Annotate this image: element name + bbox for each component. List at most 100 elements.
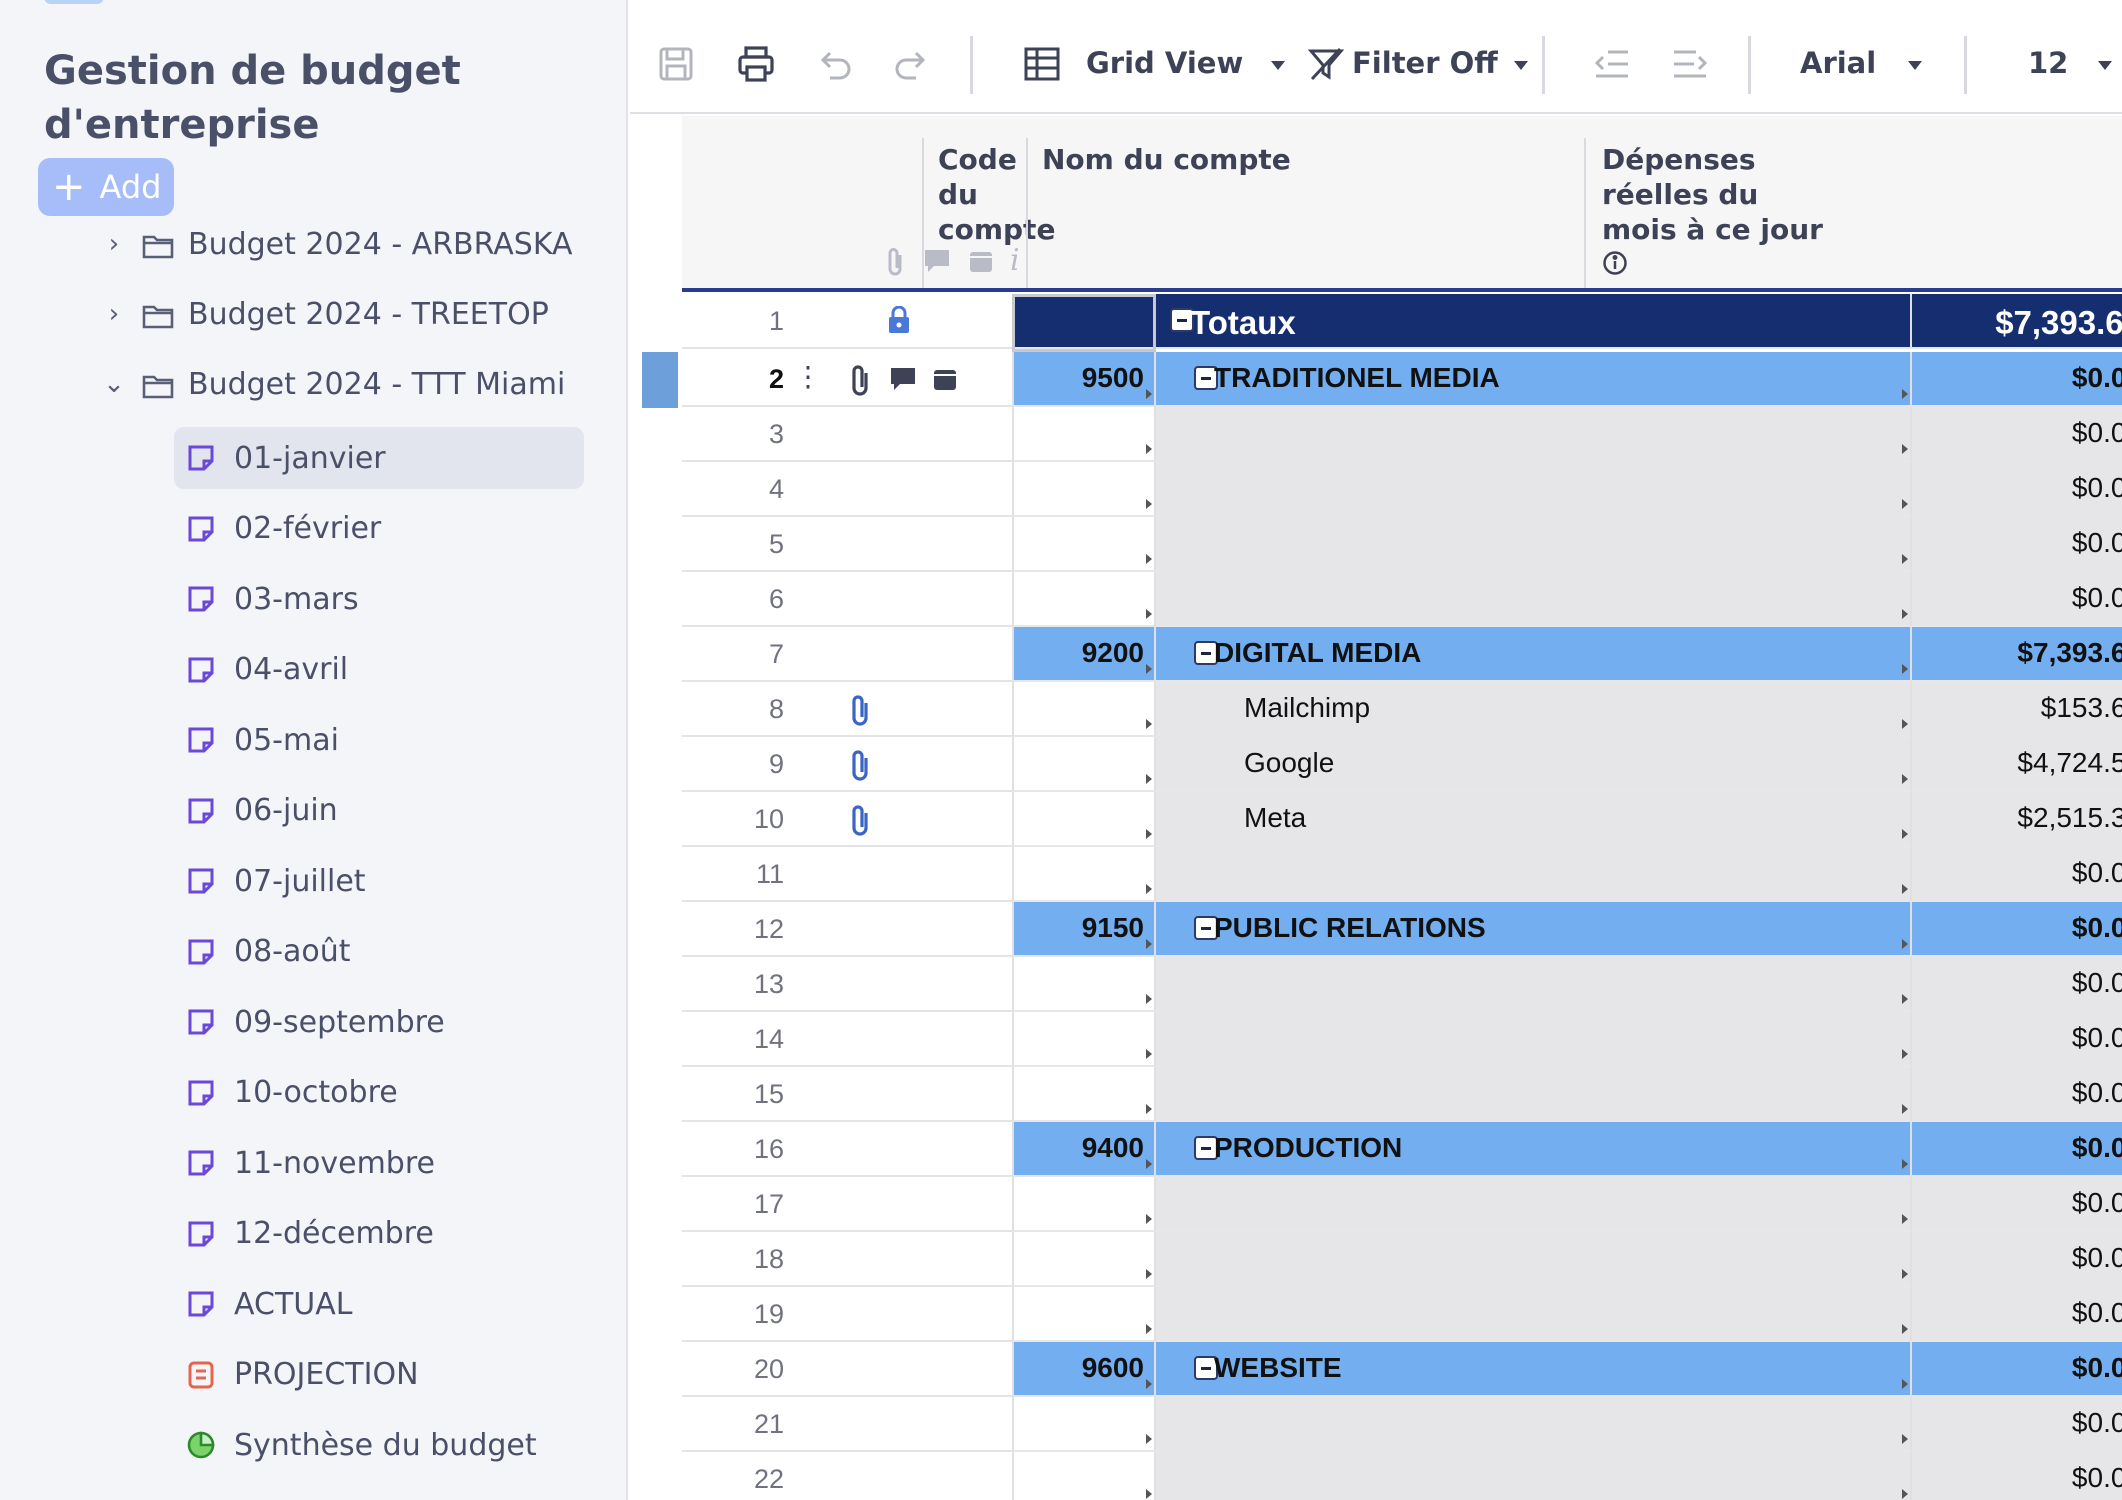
sidebar-sheet-item[interactable]: 05-mai [174,709,584,771]
actual-spend-cell[interactable]: $0.00 [1910,1342,2122,1397]
account-code-cell[interactable] [1012,1287,1154,1342]
account-code-cell[interactable] [1012,1232,1154,1287]
actual-spend-cell[interactable]: $153.68 [1910,682,2122,737]
actual-spend-cell[interactable]: $0.00 [1910,352,2122,407]
account-name-cell[interactable] [1154,1177,1910,1232]
row-number-cell[interactable]: 1 [682,294,1012,349]
account-code-cell[interactable]: 9150 [1012,902,1154,957]
sidebar-sheet-item[interactable]: 02-février [174,498,584,560]
grid-view-icon[interactable] [1022,44,1062,84]
row-number-cell[interactable]: 20 [682,1342,1012,1397]
account-name-cell[interactable] [1154,1012,1910,1067]
attachment-icon[interactable] [846,364,876,398]
account-code-cell[interactable]: 9400 [1012,1122,1154,1177]
sidebar-folder-item[interactable]: ⌄ Budget 2024 - TTT Miami [96,353,565,415]
account-name-cell[interactable] [1154,1287,1910,1342]
row-number-cell[interactable]: 2 ⋮ [682,352,1012,407]
table-row[interactable]: 18 $0.00 [682,1232,2122,1287]
undo-icon[interactable] [814,44,854,84]
row-number-cell[interactable]: 14 [682,1012,1012,1067]
column-header-actual-spend[interactable]: Dépenses réelles du mois à ce jour [1602,142,1842,284]
column-header-code[interactable]: Code du compte [938,142,1055,247]
table-row[interactable]: 3 $0.00 [682,407,2122,462]
account-name-cell[interactable]: Totaux [1154,294,1910,349]
account-code-cell[interactable] [1012,1452,1154,1500]
sidebar-sheet-item[interactable]: 07-juillet [174,850,584,912]
actual-spend-cell[interactable]: $0.00 [1910,517,2122,572]
sidebar-folder-item[interactable]: › Budget 2024 - ARBRASKA [96,213,573,275]
row-number-cell[interactable]: 12 [682,902,1012,957]
sidebar-sheet-item[interactable]: 01-janvier [174,427,584,489]
add-button[interactable]: + Add [38,158,174,216]
table-row[interactable]: 10 Meta $2,515.37 [682,792,2122,847]
chevron-down-icon[interactable]: ⌄ [96,369,132,399]
row-number-cell[interactable]: 9 [682,737,1012,792]
comment-icon[interactable] [888,364,918,399]
table-row[interactable]: 14 $0.00 [682,1012,2122,1067]
account-name-cell[interactable]: Mailchimp [1154,682,1910,737]
table-row[interactable]: 1 Totaux $7,393.63 [682,294,2122,352]
table-row[interactable]: 7 9200 DIGITAL MEDIA $7,393.63 [682,627,2122,682]
row-number-cell[interactable]: 11 [682,847,1012,902]
row-number-cell[interactable]: 10 [682,792,1012,847]
account-code-cell[interactable] [1012,572,1154,627]
row-number-cell[interactable]: 19 [682,1287,1012,1342]
table-row[interactable]: 21 $0.00 [682,1397,2122,1452]
table-row[interactable]: 13 $0.00 [682,957,2122,1012]
actual-spend-cell[interactable]: $7,393.63 [1910,294,2122,349]
sidebar-sheet-item[interactable]: PROJECTION [174,1344,584,1406]
account-code-cell[interactable] [1012,1012,1154,1067]
account-name-cell[interactable]: Google [1154,737,1910,792]
table-row[interactable]: 20 9600 WEBSITE $0.00 [682,1342,2122,1397]
account-code-cell[interactable] [1012,1397,1154,1452]
sidebar-sheet-item[interactable]: 11-novembre [174,1132,584,1194]
row-number-cell[interactable]: 17 [682,1177,1012,1232]
sidebar-sheet-item[interactable]: 06-juin [174,780,584,842]
table-row[interactable]: 12 9150 PUBLIC RELATIONS $0.00 [682,902,2122,957]
account-code-cell[interactable] [1012,462,1154,517]
sidebar-sheet-item[interactable]: ACTUAL [174,1273,584,1335]
actual-spend-cell[interactable]: $0.00 [1910,1232,2122,1287]
attachment-icon[interactable] [846,749,876,783]
row-number-cell[interactable]: 4 [682,462,1012,517]
actual-spend-cell[interactable]: $0.00 [1910,1287,2122,1342]
sidebar-top-tab[interactable] [44,0,104,4]
account-name-cell[interactable] [1154,1232,1910,1287]
table-row[interactable]: 16 9400 PRODUCTION $0.00 [682,1122,2122,1177]
account-name-cell[interactable]: WEBSITE [1154,1342,1910,1397]
account-code-cell[interactable] [1012,682,1154,737]
table-row[interactable]: 8 Mailchimp $153.68 [682,682,2122,737]
actual-spend-cell[interactable]: $0.00 [1910,462,2122,517]
account-name-cell[interactable] [1154,1067,1910,1122]
actual-spend-cell[interactable]: $0.00 [1910,1452,2122,1500]
proof-icon[interactable] [930,364,960,399]
info-circle-icon[interactable] [1602,249,1842,284]
lock-icon[interactable] [888,305,910,334]
row-number-cell[interactable]: 7 [682,627,1012,682]
row-number-cell[interactable]: 15 [682,1067,1012,1122]
actual-spend-cell[interactable]: $0.00 [1910,957,2122,1012]
account-code-cell[interactable] [1012,957,1154,1012]
account-name-cell[interactable] [1154,847,1910,902]
table-row[interactable]: 19 $0.00 [682,1287,2122,1342]
table-row[interactable]: 15 $0.00 [682,1067,2122,1122]
account-code-cell[interactable]: 9600 [1012,1342,1154,1397]
account-code-cell[interactable] [1012,847,1154,902]
filter-off-icon[interactable] [1306,44,1346,84]
actual-spend-cell[interactable]: $0.00 [1910,1177,2122,1232]
account-code-cell[interactable] [1012,792,1154,847]
account-name-cell[interactable]: DIGITAL MEDIA [1154,627,1910,682]
save-icon[interactable] [656,44,696,84]
row-number-cell[interactable]: 18 [682,1232,1012,1287]
row-number-cell[interactable]: 22 [682,1452,1012,1500]
actual-spend-cell[interactable]: $0.00 [1910,1397,2122,1452]
table-row[interactable]: 11 $0.00 [682,847,2122,902]
font-family-dropdown[interactable]: Arial [1800,46,1923,80]
account-name-cell[interactable] [1154,462,1910,517]
account-code-cell[interactable] [1012,1177,1154,1232]
row-number-cell[interactable]: 8 [682,682,1012,737]
account-name-cell[interactable] [1154,1397,1910,1452]
actual-spend-cell[interactable]: $0.00 [1910,847,2122,902]
table-row[interactable]: 17 $0.00 [682,1177,2122,1232]
print-icon[interactable] [736,44,776,84]
